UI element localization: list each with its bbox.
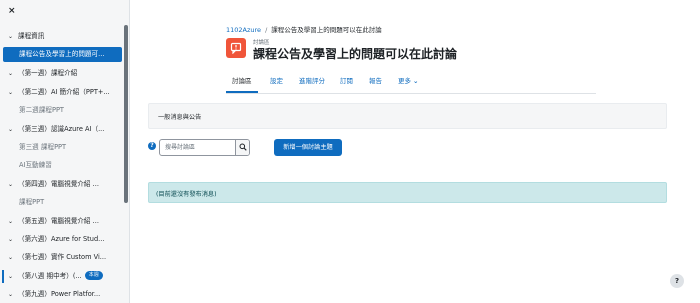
forum-intro-panel: 一般消息與公告	[148, 103, 667, 129]
section-week-9[interactable]: ⌄ （第九週）Power Platfor...	[0, 285, 122, 303]
activity-week2-ppt[interactable]: 第二週課程PPT	[0, 101, 122, 119]
section-course-info[interactable]: ⌄ 課程資訊	[0, 27, 122, 45]
activity-week3-ppt[interactable]: 第三週 課程PPT	[0, 138, 122, 156]
search-icon	[239, 143, 247, 151]
section-week-7[interactable]: ⌄ （第七週）實作 Custom Vi...	[0, 248, 122, 266]
chevron-down-icon: ⌄	[413, 77, 419, 85]
chevron-down-icon[interactable]: ⌄	[8, 249, 18, 266]
course-index-drawer: × ⌄ 課程資訊 課程公告及學習上的問題可... ⌄ （第一週）課程介紹 ⌄ （第二週…	[0, 0, 130, 303]
chevron-down-icon[interactable]: ⌄	[8, 65, 18, 82]
tab-settings[interactable]: 設定	[270, 72, 283, 93]
help-icon[interactable]: ?	[148, 142, 156, 150]
section-label: （第六週）Azure for Stud...	[18, 234, 105, 243]
activity-forum-announcements[interactable]: 課程公告及學習上的問題可...	[3, 47, 122, 63]
secondary-navigation: 討論區 設定 進階評分 訂閱 報告 更多 ⌄	[226, 72, 596, 94]
course-index: ⌄ 課程資訊 課程公告及學習上的問題可... ⌄ （第一週）課程介紹 ⌄ （第二週）A…	[0, 27, 122, 303]
alert-text: (目前還沒有發布消息)	[156, 191, 217, 198]
tab-forum[interactable]: 討論區	[226, 72, 258, 93]
tab-label: 報告	[369, 77, 382, 85]
no-posts-alert: (目前還沒有發布消息)	[148, 182, 667, 203]
breadcrumb-course-link[interactable]: 1102Azure	[226, 26, 261, 34]
tab-label: 訂閱	[340, 77, 353, 85]
activity-label: 第三週 課程PPT	[19, 142, 67, 151]
forum-intro-text: 一般消息與公告	[158, 114, 202, 121]
main-content: 1102Azure / 課程公告及學習上的問題可以在此討論 討論區 課程公告及學習上…	[131, 0, 700, 303]
search-button[interactable]	[235, 140, 249, 155]
this-week-badge: 本週	[84, 271, 103, 281]
help-footer-button[interactable]: ?	[670, 274, 684, 288]
section-label: （第五週）電腦視覺介紹 ...	[18, 216, 99, 225]
section-label: （第一週）課程介紹	[18, 69, 78, 78]
section-week-8[interactable]: ⌄ （第八週 期中考）(... 本週	[0, 267, 122, 285]
chevron-down-icon[interactable]: ⌄	[8, 231, 18, 248]
section-label: （第九週）Power Platfor...	[18, 290, 101, 299]
forum-icon	[226, 38, 246, 58]
activity-label: AI互動練習	[19, 161, 52, 170]
section-label: 課程資訊	[18, 32, 45, 40]
activity-label: 課程PPT	[19, 198, 45, 207]
tabs-divider	[226, 93, 596, 94]
activity-label: 第二週課程PPT	[19, 106, 64, 115]
forum-search	[159, 139, 250, 156]
section-label: （第二週）AI 簡介紹（PPT+...	[18, 87, 110, 96]
add-discussion-button[interactable]: 新增一個討論主題	[274, 139, 342, 156]
chevron-down-icon[interactable]: ⌄	[8, 121, 18, 138]
section-label: （第七週）實作 Custom Vi...	[18, 253, 107, 262]
breadcrumb: 1102Azure / 課程公告及學習上的問題可以在此討論	[226, 24, 382, 34]
section-label: （第八週 期中考）(...	[18, 271, 82, 280]
activity-label: 課程公告及學習上的問題可...	[19, 50, 105, 59]
section-week-5[interactable]: ⌄ （第五週）電腦視覺介紹 ...	[0, 212, 122, 230]
page-title: 課程公告及學習上的問題可以在此討論	[253, 47, 458, 61]
search-input[interactable]	[160, 140, 235, 155]
chevron-down-icon[interactable]: ⌄	[8, 286, 18, 303]
sidebar-scrollbar[interactable]	[124, 25, 128, 203]
close-drawer-icon[interactable]: ×	[8, 6, 18, 16]
chevron-down-icon[interactable]: ⌄	[8, 84, 18, 101]
chevron-down-icon[interactable]: ⌄	[8, 213, 18, 230]
tab-advanced-grading[interactable]: 進階評分	[299, 72, 325, 93]
activity-ai-practice[interactable]: AI互動練習	[0, 156, 122, 174]
tab-label: 討論區	[232, 77, 252, 85]
chevron-down-icon[interactable]: ⌄	[8, 268, 18, 285]
section-week-6[interactable]: ⌄ （第六週）Azure for Stud...	[0, 230, 122, 248]
tab-label: 更多	[398, 77, 411, 85]
breadcrumb-separator: /	[265, 26, 268, 34]
breadcrumb-current: 課程公告及學習上的問題可以在此討論	[271, 26, 382, 34]
tab-subscriptions[interactable]: 訂閱	[340, 72, 353, 93]
section-week-1[interactable]: ⌄ （第一週）課程介紹	[0, 64, 122, 82]
chevron-down-icon[interactable]: ⌄	[8, 176, 18, 193]
tab-label: 進階評分	[299, 77, 325, 85]
section-week-3[interactable]: ⌄ （第三週）認識Azure AI（...	[0, 120, 122, 138]
section-week-2[interactable]: ⌄ （第二週）AI 簡介紹（PPT+...	[0, 83, 122, 101]
chevron-down-icon[interactable]: ⌄	[8, 28, 18, 45]
section-week-4[interactable]: ⌄ （第四週）電腦視覺介紹 ...	[0, 175, 122, 193]
section-label: （第四週）電腦視覺介紹 ...	[18, 179, 99, 188]
tab-more[interactable]: 更多 ⌄	[398, 72, 418, 93]
activity-course-ppt[interactable]: 課程PPT	[0, 193, 122, 211]
section-label: （第三週）認識Azure AI（...	[18, 124, 105, 133]
tab-label: 設定	[270, 77, 283, 85]
tab-reports[interactable]: 報告	[369, 72, 382, 93]
